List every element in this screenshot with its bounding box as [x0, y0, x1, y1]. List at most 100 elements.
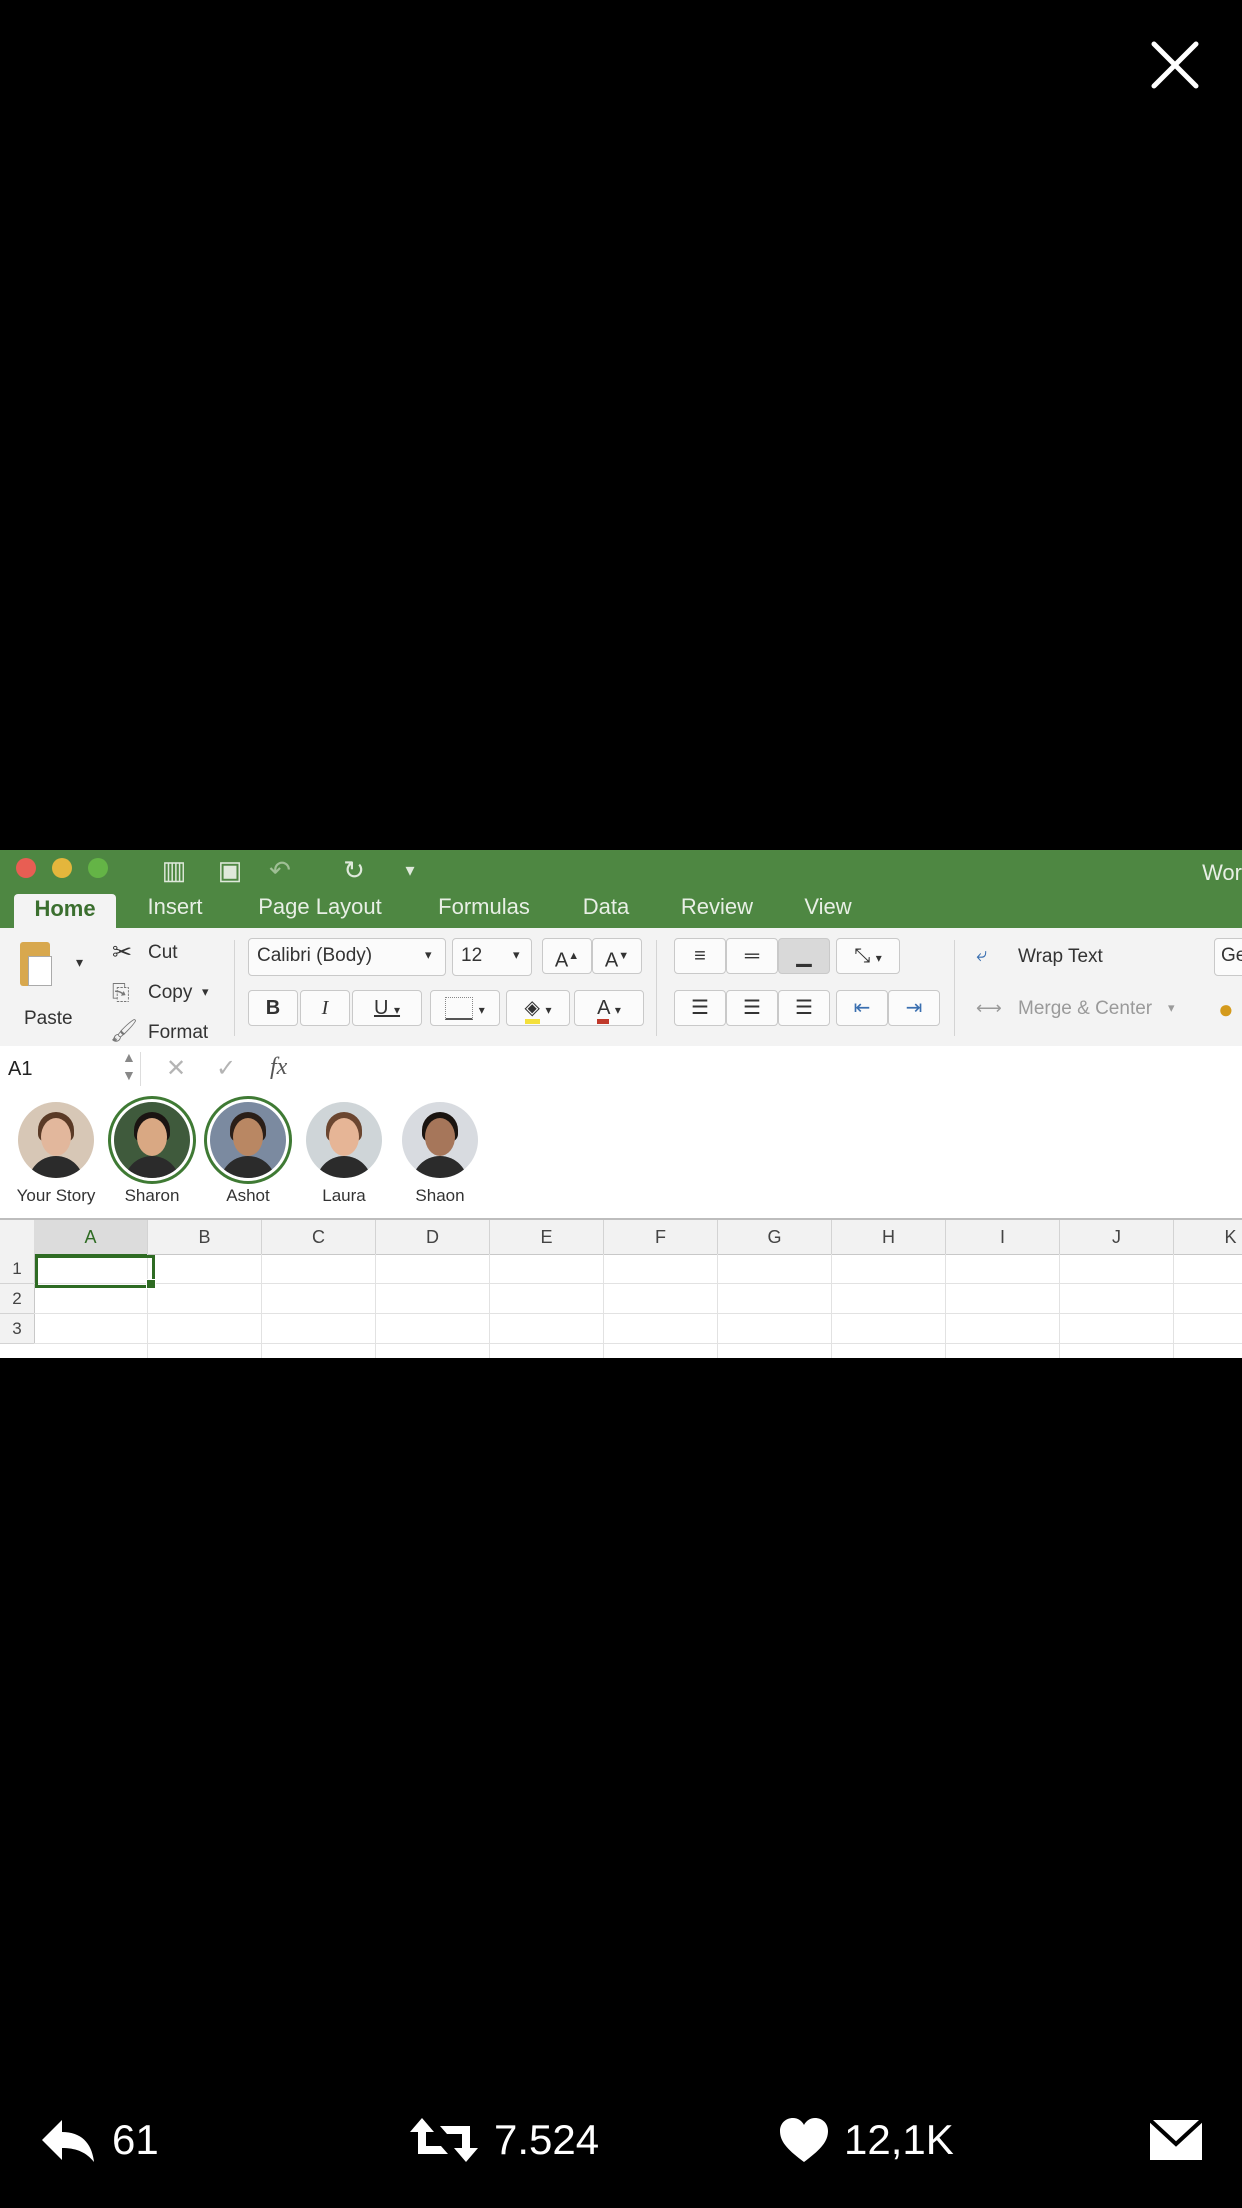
story-name: Sharon: [124, 1186, 180, 1205]
tab-page-layout: Page Layout: [258, 894, 382, 919]
format-painter-icon: 🖌: [110, 1018, 138, 1043]
merge-center-label: Merge & Center: [1018, 998, 1153, 1019]
align-left-button: ☰: [674, 990, 726, 1026]
grid-line: [34, 1343, 1242, 1344]
retweet-button[interactable]: 7.524: [408, 2110, 599, 2170]
reply-button[interactable]: 61: [38, 2110, 159, 2170]
tab-home: Home: [14, 894, 116, 928]
format-label: Format: [148, 1022, 209, 1043]
column-header-h[interactable]: H: [832, 1220, 946, 1255]
tab-formulas: Formulas: [438, 894, 530, 919]
chevron-down-icon: ▾: [425, 947, 432, 962]
font-size-dropdown: 12 ▾: [452, 938, 532, 976]
column-header-a[interactable]: A: [34, 1220, 148, 1257]
ribbon: ▾ Paste ✂ Cut ⎘ Copy ▾ 🖌 Format Calibri …: [0, 928, 1242, 1047]
cancel-icon: ✕: [166, 1055, 187, 1082]
row-header-2[interactable]: 2: [0, 1284, 35, 1314]
copy-dropdown-icon: ▾: [202, 984, 209, 999]
redo-icon: ↻: [343, 855, 365, 885]
maximize-window-dot: [88, 858, 108, 878]
align-middle-button: ═: [726, 938, 778, 974]
fill-color-button: ◈ ▾: [506, 990, 570, 1026]
chevron-down-icon: ▾: [513, 947, 520, 962]
column-header-g[interactable]: G: [718, 1220, 832, 1255]
story-name: Laura: [322, 1186, 366, 1205]
paste-dropdown-icon: ▾: [76, 954, 84, 970]
close-button[interactable]: [1148, 38, 1202, 92]
minimize-window-dot: [52, 858, 72, 878]
story-name: Ashot: [226, 1186, 270, 1205]
row-header-3[interactable]: 3: [0, 1314, 35, 1344]
increase-indent-button: ⇥: [888, 990, 940, 1026]
wrap-text-icon: ⤶: [976, 944, 988, 966]
align-right-button: ☰: [778, 990, 830, 1026]
story-item: Shaon: [390, 1102, 490, 1206]
borders-button: ▾: [430, 990, 500, 1026]
column-header-f[interactable]: F: [604, 1220, 718, 1255]
increase-font-size-button: A▲: [542, 938, 592, 974]
fill-handle[interactable]: [146, 1279, 156, 1289]
paste-icon: [20, 942, 52, 986]
separator: [954, 940, 955, 1036]
avatar: [18, 1102, 94, 1178]
heart-icon: [780, 2118, 828, 2162]
undo-icon: ↶: [269, 855, 291, 885]
tab-insert: Insert: [147, 894, 203, 919]
decrease-font-size-button: A▼: [592, 938, 642, 974]
font-name-value: Calibri (Body): [257, 945, 373, 966]
stories-row: Your Story Sharon Ashot Laura Shaon: [0, 1092, 1242, 1220]
retweet-count: 7.524: [494, 2116, 600, 2163]
chevron-down-icon: ▾: [1168, 1000, 1175, 1015]
column-header-e[interactable]: E: [490, 1220, 604, 1255]
reply-count: 61: [112, 2116, 159, 2163]
grid-line: [34, 1313, 1242, 1314]
like-count: 12,1K: [844, 2116, 954, 2163]
tab-review: Review: [680, 894, 754, 919]
underline-button: U ▾: [352, 990, 422, 1026]
active-cell-a1[interactable]: [35, 1255, 155, 1288]
reply-icon: [42, 2120, 94, 2162]
spreadsheet-grid: ABCDEFGHIJK 123: [0, 1220, 1242, 1358]
story-name: Shaon: [415, 1186, 465, 1205]
align-bottom-button: ▁: [778, 938, 830, 974]
select-all-corner: [0, 1220, 35, 1255]
currency-icon: ●: [1218, 994, 1234, 1024]
align-top-button: ≡: [674, 938, 726, 974]
window-title: Wor: [1202, 860, 1242, 885]
number-format-value: Ge: [1221, 945, 1242, 966]
copy-label: Copy: [148, 982, 193, 1003]
column-header-b[interactable]: B: [148, 1220, 262, 1255]
separator: [656, 940, 657, 1036]
avatar: [210, 1102, 286, 1178]
cut-label: Cut: [148, 942, 178, 963]
envelope-icon: [1148, 2118, 1204, 2160]
story-item: Your Story: [6, 1102, 106, 1206]
sidebar-icon: ▥: [161, 855, 187, 885]
copy-icon: ⎘: [112, 980, 130, 1005]
name-box-value: A1: [8, 1058, 33, 1080]
direct-message-button[interactable]: [1148, 2110, 1204, 2170]
save-icon: ▣: [217, 855, 243, 885]
story-item: Ashot: [198, 1102, 298, 1206]
column-header-j[interactable]: J: [1060, 1220, 1174, 1255]
align-center-button: ☰: [726, 990, 778, 1026]
column-header-c[interactable]: C: [262, 1220, 376, 1255]
column-header-d[interactable]: D: [376, 1220, 490, 1255]
excel-screenshot-image: ▥ ▣ ↶ ↻ ▾ Wor Home Insert Page Layout Fo…: [0, 850, 1242, 1358]
retweet-icon: [410, 2118, 478, 2162]
font-color-button: A ▾: [574, 990, 644, 1026]
story-name: Your Story: [16, 1186, 96, 1205]
avatar: [306, 1102, 382, 1178]
column-header-i[interactable]: I: [946, 1220, 1060, 1255]
like-button[interactable]: 12,1K: [778, 2110, 954, 2170]
column-header-k[interactable]: K: [1174, 1220, 1242, 1255]
name-box-stepper-icon: ▲ ▼: [122, 1049, 136, 1083]
enter-icon: ✓: [216, 1055, 237, 1082]
bold-button: B: [248, 990, 298, 1026]
separator: [234, 940, 235, 1036]
formula-bar: A1 ▲ ▼ ✕ ✓ fx: [0, 1046, 1242, 1093]
row-header-1[interactable]: 1: [0, 1254, 35, 1284]
font-name-dropdown: Calibri (Body) ▾: [248, 938, 446, 976]
wrap-text-label: Wrap Text: [1018, 946, 1103, 967]
function-icon: fx: [270, 1054, 288, 1080]
